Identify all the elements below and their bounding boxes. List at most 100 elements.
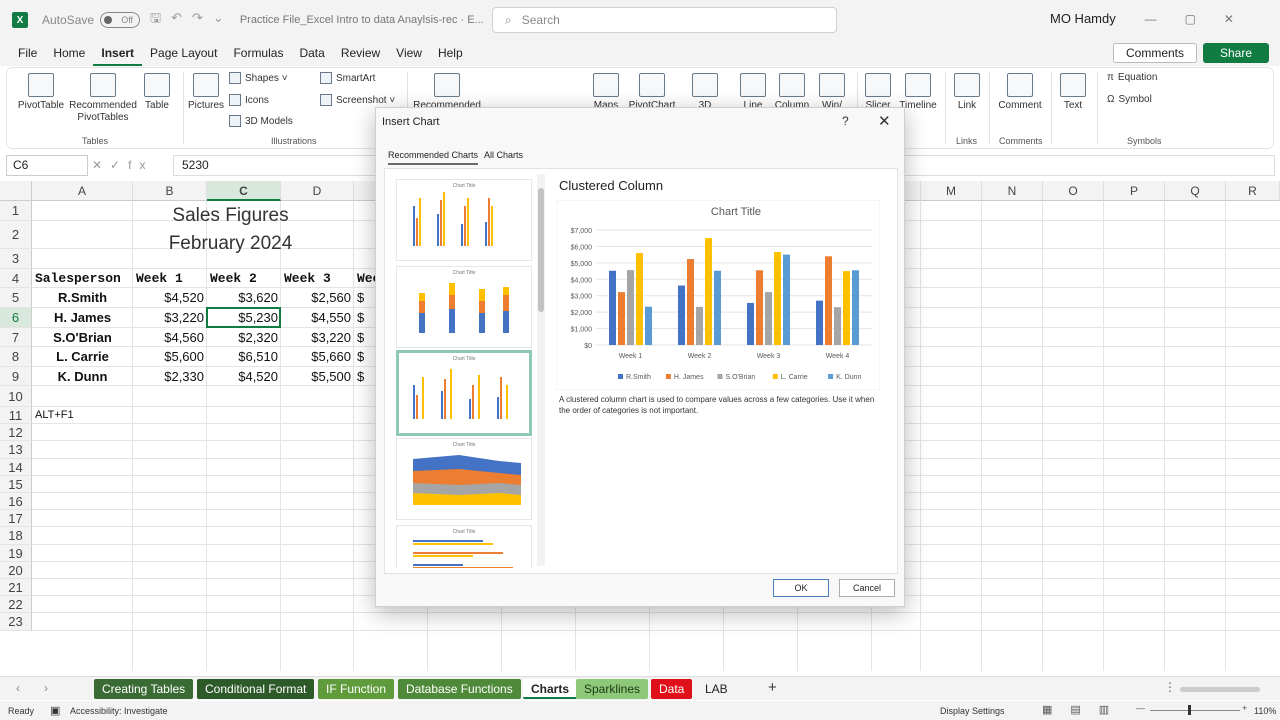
row-header-1[interactable]: 1 — [0, 201, 32, 221]
display-settings[interactable]: Display Settings — [940, 706, 1005, 716]
sales-value-cell[interactable]: $2,330 — [136, 367, 204, 386]
shapes-button[interactable]: Shapes ˅ — [229, 72, 288, 84]
sales-value-cell[interactable]: $2,320 — [210, 328, 278, 347]
salesperson-cell[interactable]: L. Carrie — [32, 347, 133, 367]
salesperson-cell[interactable]: S.O'Brian — [32, 328, 133, 347]
cell-a11[interactable]: ALT+F1 — [35, 407, 130, 424]
column-header-O[interactable]: O — [1043, 181, 1104, 201]
scrollbar-thumb[interactable] — [538, 188, 544, 312]
row-header-7[interactable]: 7 — [0, 328, 32, 347]
column-header-B[interactable]: B — [133, 181, 207, 201]
comments-button[interactable]: Comments — [1113, 43, 1197, 63]
row-header-12[interactable]: 12 — [0, 424, 32, 441]
fx-icon[interactable]: ✕✓fx — [92, 158, 153, 172]
selected-cell-c6[interactable] — [206, 307, 281, 328]
user-name[interactable]: MO Hamdy — [1050, 11, 1116, 26]
tab-recommended-charts[interactable]: Recommended Charts — [388, 150, 479, 165]
salesperson-cell[interactable]: H. James — [32, 308, 133, 328]
row-header-23[interactable]: 23 — [0, 613, 32, 631]
header-cell[interactable]: Week 1 — [136, 269, 208, 288]
row-header-4[interactable]: 4 — [0, 269, 32, 288]
zoom-slider[interactable] — [1150, 710, 1240, 711]
sales-value-cell[interactable]: $3,220 — [136, 308, 204, 328]
menu-data[interactable]: Data — [291, 40, 332, 66]
menu-formulas[interactable]: Formulas — [225, 40, 291, 66]
sheet-tab-if-function[interactable]: IF Function — [318, 679, 395, 699]
pictures-button[interactable]: Pictures — [187, 73, 225, 112]
thumbnail-stacked-column[interactable]: Chart Title — [396, 266, 532, 348]
sales-value-cell[interactable]: $5,600 — [136, 347, 204, 367]
row-header-15[interactable]: 15 — [0, 476, 32, 493]
column-header-D[interactable]: D — [281, 181, 354, 201]
column-header-N[interactable]: N — [982, 181, 1043, 201]
row-header-10[interactable]: 10 — [0, 386, 32, 407]
row-header-16[interactable]: 16 — [0, 493, 32, 510]
row-header-21[interactable]: 21 — [0, 579, 32, 596]
sales-value-cell[interactable]: $4,520 — [136, 288, 204, 308]
sheet-subtitle[interactable]: February 2024 — [133, 230, 328, 258]
recommended-pivottables-button[interactable]: Recommended PivotTables — [67, 73, 139, 124]
quick-access-toolbar[interactable]: 🖫↶↷⌄ — [150, 9, 234, 31]
icons-button[interactable]: Icons — [229, 94, 269, 106]
tab-scroll-left-icon[interactable]: ‹ — [16, 681, 20, 695]
row-header-2[interactable]: 2 — [0, 221, 32, 249]
row-header-14[interactable]: 14 — [0, 459, 32, 476]
tab-all-charts[interactable]: All Charts — [484, 150, 523, 163]
sheet-tab-charts[interactable]: Charts — [523, 679, 578, 699]
sheet-tab-sparklines[interactable]: Sparklines — [576, 679, 649, 699]
tab-scroll-right-icon[interactable]: › — [44, 681, 48, 695]
row-header-9[interactable]: 9 — [0, 367, 32, 386]
zoom-out-icon[interactable]: — — [1136, 703, 1145, 713]
row-header-13[interactable]: 13 — [0, 441, 32, 459]
sales-value-cell[interactable]: $3,220 — [284, 328, 351, 347]
help-icon[interactable]: ? — [842, 114, 849, 128]
column-header-M[interactable]: M — [921, 181, 982, 201]
table-button[interactable]: Table — [141, 73, 173, 112]
row-header-17[interactable]: 17 — [0, 510, 32, 527]
sheet-tab-lab[interactable]: LAB — [697, 679, 736, 699]
sales-value-cell[interactable]: $2,560 — [284, 288, 351, 308]
thumbnail-clustered-column-selected[interactable]: Chart Title — [396, 350, 532, 436]
row-header-3[interactable]: 3 — [0, 249, 32, 269]
row-header-6[interactable]: 6 — [0, 308, 32, 328]
salesperson-cell[interactable]: K. Dunn — [32, 367, 133, 386]
name-box[interactable]: C6 — [6, 155, 88, 176]
more-tabs-icon[interactable]: ⋮ — [1164, 680, 1176, 694]
column-header-Q[interactable]: Q — [1165, 181, 1226, 201]
row-header-20[interactable]: 20 — [0, 562, 32, 579]
sales-value-cell[interactable]: $5,500 — [284, 367, 351, 386]
menu-review[interactable]: Review — [333, 40, 388, 66]
header-cell[interactable]: Week 2 — [210, 269, 282, 288]
sales-value-cell[interactable]: $6,510 — [210, 347, 278, 367]
comment-button[interactable]: Comment — [995, 73, 1045, 112]
link-button[interactable]: Link — [949, 73, 985, 112]
salesperson-cell[interactable]: R.Smith — [32, 288, 133, 308]
column-header-A[interactable]: A — [32, 181, 133, 201]
autosave-toggle[interactable]: Off — [100, 12, 141, 28]
menu-file[interactable]: File — [10, 40, 45, 66]
header-cell[interactable]: Salesperson — [35, 269, 134, 288]
row-header-22[interactable]: 22 — [0, 596, 32, 613]
menu-home[interactable]: Home — [45, 40, 93, 66]
row-header-11[interactable]: 11 — [0, 407, 32, 424]
cancel-button[interactable]: Cancel — [839, 579, 895, 597]
sheet-tab-creating-tables[interactable]: Creating Tables — [94, 679, 194, 699]
thumbnail-scrollbar[interactable] — [537, 174, 545, 566]
text-button[interactable]: Text — [1055, 73, 1091, 112]
row-header-8[interactable]: 8 — [0, 347, 32, 367]
select-all-corner[interactable] — [0, 181, 32, 201]
symbol-button[interactable]: Ω Symbol — [1107, 94, 1152, 105]
3d-models-button[interactable]: 3D Models — [229, 115, 293, 127]
sheet-tab-conditional-format[interactable]: Conditional Format — [197, 679, 315, 699]
window-controls[interactable]: —▢✕ — [1145, 12, 1262, 26]
sheet-tab-database-functions[interactable]: Database Functions — [398, 679, 521, 699]
accessibility-status[interactable]: Accessibility: Investigate — [70, 706, 168, 716]
column-header-C[interactable]: C — [207, 181, 281, 201]
macro-icon[interactable]: ▣ — [50, 704, 60, 717]
menu-page-layout[interactable]: Page Layout — [142, 40, 225, 66]
zoom-in-icon[interactable]: + — [1242, 703, 1247, 713]
sheet-tab-data[interactable]: Data — [651, 679, 693, 699]
equation-button[interactable]: π Equation — [1107, 72, 1157, 83]
thumbnail-stacked-area[interactable]: Chart Title — [396, 438, 532, 520]
pivottable-button[interactable]: PivotTable — [17, 73, 65, 112]
